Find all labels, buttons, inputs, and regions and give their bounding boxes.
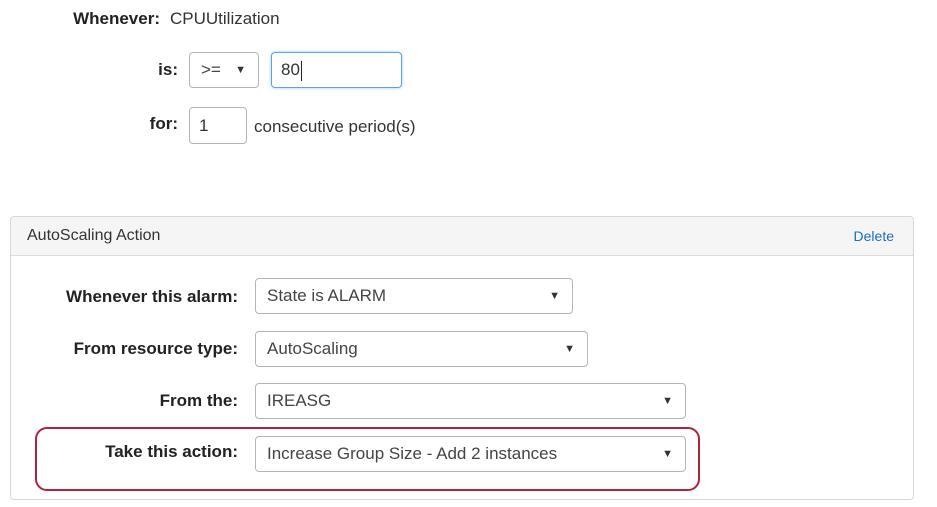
panel-header: AutoScaling Action Delete bbox=[11, 217, 913, 256]
highlight-annotation bbox=[35, 427, 700, 491]
is-label: is: bbox=[158, 60, 178, 79]
operator-value: >= bbox=[201, 60, 221, 79]
text-cursor bbox=[300, 60, 302, 81]
panel-title: AutoScaling Action bbox=[27, 227, 161, 244]
metric-name: CPUUtilization bbox=[170, 9, 280, 28]
operator-select[interactable]: >= ▼ bbox=[189, 52, 259, 88]
threshold-value: 80 bbox=[281, 60, 300, 79]
alarm-state-value: State is ALARM bbox=[267, 286, 387, 305]
chevron-down-icon: ▼ bbox=[564, 343, 575, 355]
chevron-down-icon: ▼ bbox=[662, 395, 673, 407]
resource-type-value: AutoScaling bbox=[267, 339, 358, 358]
whenever-label: Whenever: bbox=[73, 9, 160, 28]
chevron-down-icon: ▼ bbox=[235, 64, 246, 76]
periods-suffix: consecutive period(s) bbox=[254, 117, 416, 136]
group-value: IREASG bbox=[267, 391, 332, 410]
alarm-state-label: Whenever this alarm: bbox=[66, 287, 238, 306]
for-label: for: bbox=[149, 114, 178, 133]
resource-type-label: From resource type: bbox=[73, 339, 238, 358]
chevron-down-icon: ▼ bbox=[549, 290, 560, 302]
delete-link[interactable]: Delete bbox=[854, 228, 894, 244]
threshold-input[interactable]: 80 bbox=[271, 52, 402, 88]
resource-type-select[interactable]: AutoScaling ▼ bbox=[255, 331, 588, 367]
periods-value: 1 bbox=[199, 116, 209, 135]
group-select[interactable]: IREASG ▼ bbox=[255, 383, 686, 419]
alarm-state-select[interactable]: State is ALARM ▼ bbox=[255, 278, 573, 314]
from-the-label: From the: bbox=[159, 391, 238, 410]
periods-input[interactable]: 1 bbox=[189, 107, 247, 144]
